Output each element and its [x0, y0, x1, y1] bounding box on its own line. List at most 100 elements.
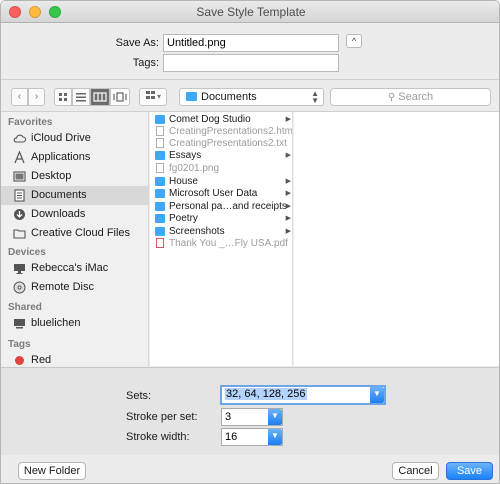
applications-icon — [14, 151, 25, 164]
file-row[interactable]: Thank You _…Fly USA.pdf — [150, 237, 292, 250]
file-row[interactable]: Essays ▶ — [150, 149, 292, 162]
sidebar-header-favorites: Favorites — [8, 117, 53, 128]
sidebar-item-label: Red — [31, 354, 52, 366]
save-as-input[interactable] — [163, 34, 339, 52]
window-title: Save Style Template — [196, 5, 306, 19]
sidebar-item-bluelichen[interactable]: bluelichen — [1, 314, 148, 333]
divider — [1, 79, 499, 80]
file-name: fg0201.png — [169, 163, 220, 174]
file-name: Personal pa…and receipts — [169, 201, 287, 212]
folder-icon — [155, 202, 165, 211]
chevron-down-icon[interactable]: ▼ — [370, 387, 384, 403]
pdf-icon — [156, 238, 164, 248]
expand-dialog-button[interactable]: ^ — [346, 34, 362, 48]
new-folder-button[interactable]: New Folder — [18, 462, 86, 480]
sidebar-item-label: iCloud Drive — [31, 132, 91, 144]
file-name: House — [169, 176, 198, 187]
list-view-button[interactable] — [72, 88, 90, 106]
file-name: CreatingPresentations2.html — [169, 126, 293, 137]
back-button[interactable]: ‹ — [11, 88, 28, 106]
folder-icon — [155, 227, 165, 236]
location-label: Documents — [201, 91, 257, 103]
chevron-down-icon[interactable]: ▼ — [268, 429, 282, 445]
sidebar-item-icloud-drive[interactable]: iCloud Drive — [1, 129, 148, 148]
sidebar-item-label: Downloads — [31, 208, 86, 220]
sidebar-item-documents[interactable]: Documents — [1, 186, 148, 205]
icon-view-button[interactable] — [54, 88, 72, 106]
sidebar-item-label: Applications — [31, 151, 91, 163]
stroke-per-set-label: Stroke per set: — [126, 411, 198, 423]
arrange-button[interactable]: ▾ — [139, 88, 167, 106]
chevron-right-icon: › — [34, 91, 39, 102]
save-button[interactable]: Save — [446, 462, 493, 480]
file-row[interactable]: fg0201.png — [150, 162, 292, 175]
file-row[interactable]: Microsoft User Data ▶ — [150, 187, 292, 200]
sidebar-item-applications[interactable]: Applications — [1, 148, 148, 167]
folder-icon — [13, 229, 26, 239]
sets-combobox[interactable]: 32, 64, 128, 256 ▼ — [220, 385, 386, 405]
sidebar: Favorites iCloud Drive Applications Desk… — [1, 112, 149, 366]
sidebar-item-label: Documents — [31, 189, 87, 201]
computer-icon — [14, 319, 25, 329]
disclosure-icon: ▶ — [285, 215, 291, 222]
sidebar-item-desktop[interactable]: Desktop — [1, 167, 148, 186]
coverflow-icon — [113, 92, 127, 102]
cancel-button[interactable]: Cancel — [392, 462, 439, 480]
sidebar-item-creative-cloud-files[interactable]: Creative Cloud Files — [1, 224, 148, 243]
folder-icon — [186, 92, 197, 101]
stroke-width-value: 16 — [225, 431, 238, 443]
sidebar-item-tag-red[interactable]: Red — [1, 351, 148, 366]
stroke-width-combobox[interactable]: 16 ▼ — [221, 428, 283, 446]
tags-input[interactable] — [163, 54, 339, 72]
save-as-label: Save As: — [115, 37, 159, 49]
file-name: Essays — [169, 150, 202, 161]
downloads-icon — [14, 209, 25, 220]
document-icon — [156, 138, 164, 148]
search-icon: ⚲ — [387, 92, 396, 103]
file-column: Comet Dog Studio ▶ CreatingPresentations… — [150, 112, 293, 366]
folder-icon — [155, 177, 165, 186]
arrange-grid-icon — [145, 91, 155, 99]
sidebar-header-shared: Shared — [8, 302, 42, 313]
sidebar-header-devices: Devices — [8, 247, 46, 258]
search-field[interactable]: ⚲ Search — [330, 88, 491, 106]
sidebar-item-label: Rebecca's iMac — [31, 262, 109, 274]
folder-icon — [155, 115, 165, 124]
stroke-width-label: Stroke width: — [126, 431, 190, 443]
forward-button[interactable]: › — [28, 88, 45, 106]
stroke-per-set-combobox[interactable]: 3 ▼ — [221, 408, 283, 426]
file-name: Screenshots — [169, 226, 225, 237]
document-icon — [156, 126, 164, 136]
column-view-button[interactable] — [90, 88, 110, 106]
sidebar-item-label: Remote Disc — [31, 281, 94, 293]
file-row[interactable]: Poetry ▶ — [150, 212, 292, 225]
file-name: CreatingPresentations2.txt — [169, 138, 287, 149]
disclosure-icon: ▶ — [285, 152, 291, 159]
red-tag-icon — [15, 356, 24, 365]
title-bar: Save Style Template — [1, 1, 499, 23]
file-name: Poetry — [169, 213, 198, 224]
imac-icon — [14, 264, 25, 274]
sets-value: 32, 64, 128, 256 — [225, 388, 307, 400]
desktop-icon — [13, 171, 26, 182]
sidebar-item-downloads[interactable]: Downloads — [1, 205, 148, 224]
disc-icon — [13, 281, 26, 294]
empty-column — [294, 112, 499, 366]
grid-icon — [59, 93, 67, 101]
documents-icon — [14, 189, 25, 202]
sets-label: Sets: — [126, 390, 152, 402]
image-file-icon — [156, 163, 164, 173]
folder-icon — [155, 214, 165, 223]
sidebar-item-remote-disc[interactable]: Remote Disc — [1, 278, 148, 297]
columns-icon — [93, 92, 107, 102]
file-name: Microsoft User Data — [169, 188, 258, 199]
file-name: Comet Dog Studio — [169, 114, 251, 125]
location-popup[interactable]: Documents ▲ ▼ — [179, 88, 324, 106]
stroke-per-set-value: 3 — [225, 411, 232, 423]
sidebar-item-rebeccas-imac[interactable]: Rebecca's iMac — [1, 259, 148, 278]
coverflow-view-button[interactable] — [110, 88, 130, 106]
chevron-down-icon[interactable]: ▼ — [268, 409, 282, 425]
disclosure-icon: ▶ — [285, 190, 291, 197]
chevron-left-icon: ‹ — [17, 91, 22, 102]
sidebar-item-label: Creative Cloud Files — [31, 227, 131, 239]
